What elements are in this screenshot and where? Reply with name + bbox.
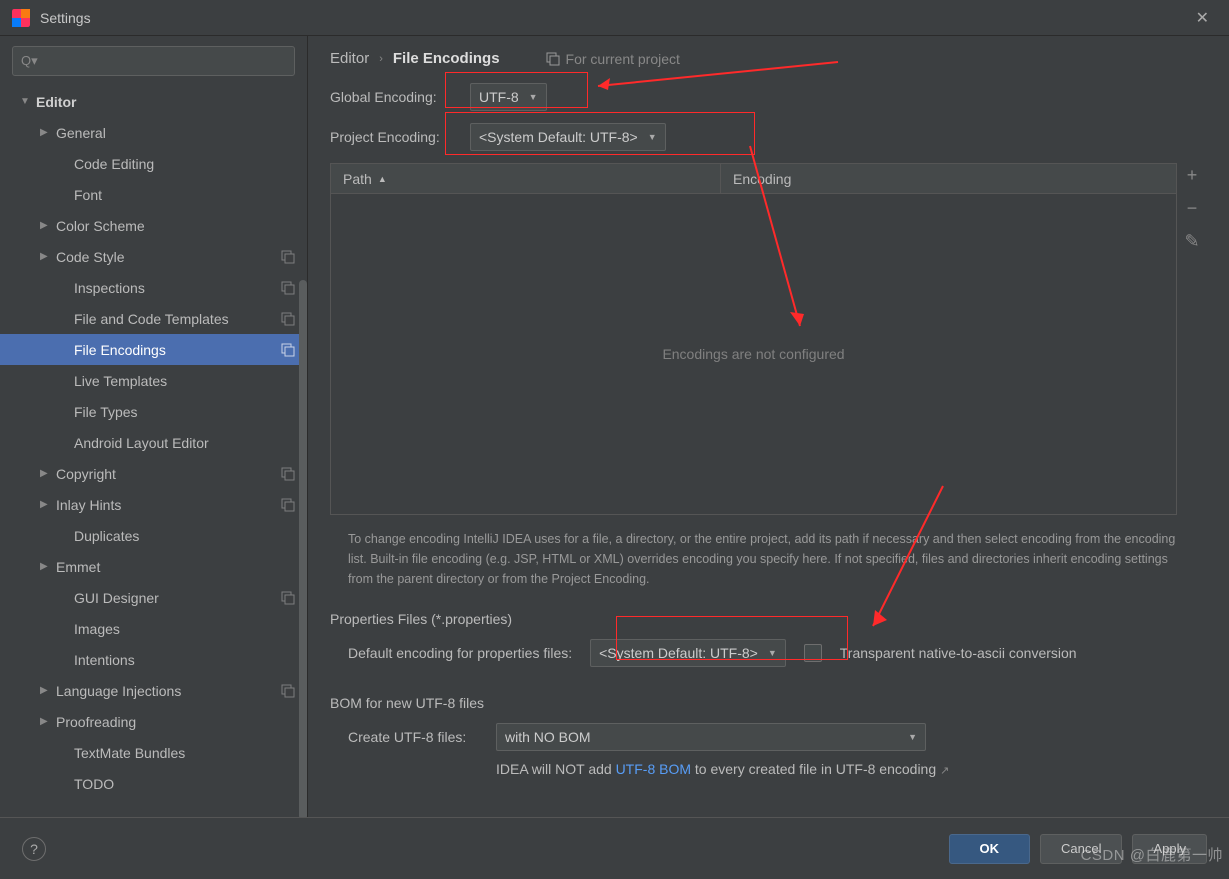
tree-file-types[interactable]: File Types [0,396,307,427]
search-input[interactable]: Q▾ [12,46,295,76]
tree-gui-designer[interactable]: GUI Designer [0,582,307,613]
bom-label: Create UTF-8 files: [348,729,478,745]
tree-file-encodings[interactable]: File Encodings [0,334,307,365]
transparent-native-label: Transparent native-to-ascii conversion [840,645,1077,661]
tree-intentions[interactable]: Intentions [0,644,307,675]
window-title: Settings [40,10,1188,26]
project-scope-icon [281,591,295,605]
tree-file-code-templates[interactable]: File and Code Templates [0,303,307,334]
sidebar: Q▾ ▼Editor ▶General Code Editing Font ▶C… [0,36,308,817]
tree-code-style[interactable]: ▶Code Style [0,241,307,272]
table-empty-message: Encodings are not configured [331,194,1176,514]
tree-color-scheme[interactable]: ▶Color Scheme [0,210,307,241]
bom-combo[interactable]: with NO BOM▼ [496,723,926,751]
col-path[interactable]: Path▲ [331,164,721,193]
tree-todo[interactable]: TODO [0,768,307,799]
settings-tree: ▼Editor ▶General Code Editing Font ▶Colo… [0,82,307,817]
footer: ? OK Cancel Apply [0,817,1229,879]
chevron-down-icon: ▼ [529,92,538,102]
project-scope-icon [281,498,295,512]
tree-code-editing[interactable]: Code Editing [0,148,307,179]
bom-section-title: BOM for new UTF-8 files [330,695,1207,711]
tree-language-injections[interactable]: ▶Language Injections [0,675,307,706]
chevron-down-icon: ▼ [648,132,657,142]
chevron-right-icon: ▶ [40,716,52,727]
help-button[interactable]: ? [22,837,46,861]
tree-general[interactable]: ▶General [0,117,307,148]
tree-font[interactable]: Font [0,179,307,210]
breadcrumb-current: File Encodings [393,50,500,67]
tree-textmate-bundles[interactable]: TextMate Bundles [0,737,307,768]
global-encoding-combo[interactable]: UTF-8▼ [470,83,547,111]
breadcrumb: Editor › File Encodings For current proj… [330,50,1207,67]
project-encoding-label: Project Encoding: [330,129,470,145]
transparent-native-checkbox[interactable] [804,644,822,662]
project-scope-icon [281,467,295,481]
sort-asc-icon: ▲ [378,174,387,184]
ok-button[interactable]: OK [949,834,1031,864]
edit-icon[interactable]: ✎ [1184,231,1199,252]
project-scope-icon [281,281,295,295]
tree-live-templates[interactable]: Live Templates [0,365,307,396]
search-icon: Q▾ [21,53,38,69]
properties-section-title: Properties Files (*.properties) [330,611,1207,627]
tree-emmet[interactable]: ▶Emmet [0,551,307,582]
tree-duplicates[interactable]: Duplicates [0,520,307,551]
tree-inlay-hints[interactable]: ▶Inlay Hints [0,489,307,520]
external-link-icon: ↗ [940,765,949,777]
title-bar: Settings ✕ [0,0,1229,36]
utf8-bom-link[interactable]: UTF-8 BOM [616,761,691,777]
add-icon[interactable]: + [1187,165,1198,186]
project-scope-icon [281,343,295,357]
chevron-right-icon: ▶ [40,127,52,138]
chevron-right-icon: ▶ [40,251,52,262]
tree-editor[interactable]: ▼Editor [0,86,307,117]
chevron-down-icon: ▼ [20,96,32,107]
global-encoding-label: Global Encoding: [330,89,470,105]
chevron-right-icon: ▶ [40,220,52,231]
encodings-table: Path▲ Encoding Encodings are not configu… [330,163,1177,515]
remove-icon[interactable]: − [1187,198,1198,219]
scope-label: For current project [546,51,680,67]
chevron-down-icon: ▼ [768,648,777,658]
chevron-right-icon: ▶ [40,499,52,510]
help-text: To change encoding IntelliJ IDEA uses fo… [348,529,1188,589]
tree-inspections[interactable]: Inspections [0,272,307,303]
chevron-down-icon: ▼ [908,732,917,742]
content-panel: Editor › File Encodings For current proj… [308,36,1229,817]
tree-android-layout-editor[interactable]: Android Layout Editor [0,427,307,458]
tree-copyright[interactable]: ▶Copyright [0,458,307,489]
tree-proofreading[interactable]: ▶Proofreading [0,706,307,737]
breadcrumb-editor[interactable]: Editor [330,50,369,67]
properties-encoding-label: Default encoding for properties files: [348,645,572,661]
tree-images[interactable]: Images [0,613,307,644]
project-scope-icon [281,312,295,326]
app-logo-icon [12,9,30,27]
bom-note: IDEA will NOT add UTF-8 BOM to every cre… [496,761,1207,777]
col-encoding[interactable]: Encoding [721,164,1176,193]
properties-encoding-combo[interactable]: <System Default: UTF-8>▼ [590,639,786,667]
chevron-right-icon: › [379,53,383,65]
chevron-right-icon: ▶ [40,685,52,696]
project-scope-icon [546,52,560,66]
chevron-right-icon: ▶ [40,561,52,572]
chevron-right-icon: ▶ [40,468,52,479]
project-encoding-combo[interactable]: <System Default: UTF-8>▼ [470,123,666,151]
scrollbar[interactable] [299,280,307,817]
project-scope-icon [281,684,295,698]
watermark: CSDN @白鹿第一帅 [1081,844,1223,865]
project-scope-icon [281,250,295,264]
close-icon[interactable]: ✕ [1188,4,1217,32]
